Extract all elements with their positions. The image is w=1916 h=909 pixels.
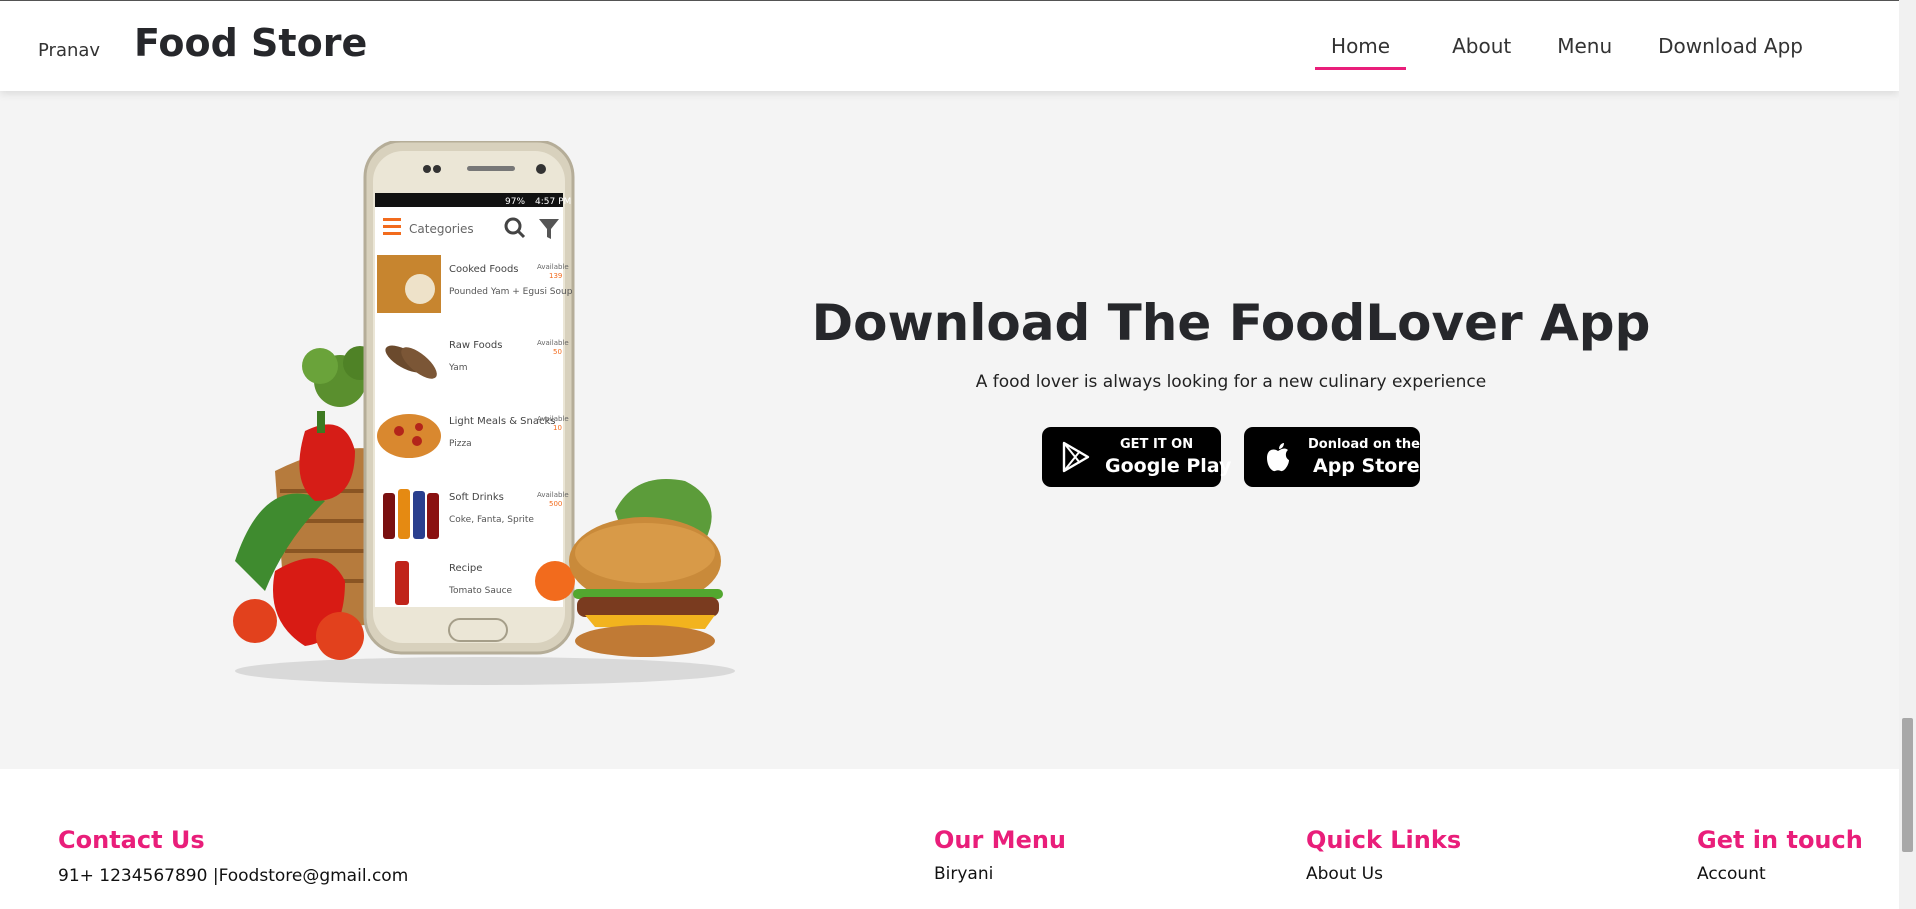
svg-text:Available: Available: [537, 263, 569, 271]
footer-heading-quick-links: Quick Links: [1306, 826, 1462, 854]
svg-text:Soft Drinks: Soft Drinks: [449, 492, 504, 503]
svg-text:4:57 PM: 4:57 PM: [535, 197, 571, 207]
main-nav: Home About Menu Download App: [1315, 1, 1899, 91]
footer-menu: Our Menu Biryani: [934, 826, 1066, 884]
svg-text:139: 139: [549, 272, 562, 280]
burger-icon: [569, 517, 723, 657]
page-scrollbar[interactable]: [1899, 0, 1916, 909]
footer-heading-menu: Our Menu: [934, 826, 1067, 854]
site-footer: Contact Us 91+ 1234567890 |Foodstore@gma…: [0, 769, 1899, 909]
google-play-line1: GET IT ON: [1120, 437, 1194, 452]
nav-download-app[interactable]: Download App: [1658, 26, 1803, 66]
footer-link-account[interactable]: Account: [1697, 864, 1863, 884]
phone-list-item: Light Meals & Snacks Pizza Available 10: [375, 403, 569, 469]
app-store-line1: Donload on the: [1308, 437, 1420, 452]
footer-heading-get-in-touch: Get in touch: [1697, 826, 1863, 854]
google-play-button[interactable]: GET IT ON Google Play: [1042, 427, 1231, 487]
svg-text:500: 500: [549, 500, 562, 508]
cart-fab-icon: [535, 561, 575, 601]
svg-text:97%: 97%: [505, 197, 525, 207]
footer-heading-contact: Contact Us: [58, 826, 205, 854]
phone-search-label: Categories: [409, 222, 474, 236]
svg-text:Available: Available: [537, 491, 569, 499]
svg-text:Available: Available: [537, 415, 569, 423]
site-header: Pranav Food Store Home About Menu Downlo…: [0, 1, 1899, 91]
app-store-button[interactable]: Donload on the App Store: [1244, 427, 1420, 487]
nav-menu[interactable]: Menu: [1557, 26, 1612, 66]
apple-icon: [1267, 443, 1289, 472]
phone-list-item: Soft Drinks Coke, Fanta, Sprite Availabl…: [375, 479, 569, 545]
google-play-line2: Google Play: [1105, 455, 1232, 477]
footer-contact-line: 91+ 1234567890 |Foodstore@gmail.com: [58, 866, 409, 886]
hamburger-menu-icon: [383, 218, 401, 235]
svg-text:Pizza: Pizza: [449, 439, 472, 449]
nav-about[interactable]: About: [1452, 26, 1511, 66]
download-title: Download The FoodLover App: [811, 294, 1651, 352]
nav-home[interactable]: Home: [1315, 26, 1407, 70]
svg-text:10: 10: [553, 424, 562, 432]
footer-get-in-touch: Get in touch Account: [1697, 826, 1863, 884]
footer-link-biryani[interactable]: Biryani: [934, 864, 1066, 884]
google-play-icon: [1062, 441, 1090, 473]
site-logo-text[interactable]: Food Store: [134, 21, 367, 65]
phone-list-item: Recipe Tomato Sauce: [375, 555, 563, 607]
svg-text:Cooked Foods: Cooked Foods: [449, 264, 519, 275]
footer-link-about-us[interactable]: About Us: [1306, 864, 1461, 884]
download-subtitle: A food lover is always looking for a new…: [975, 372, 1487, 392]
svg-text:Coke, Fanta, Sprite: Coke, Fanta, Sprite: [449, 515, 534, 525]
phone-food-illustration: 97% 4:57 PM Categories Cooked Foods Poun…: [233, 141, 735, 685]
footer-quick-links: Quick Links About Us: [1306, 826, 1461, 884]
svg-text:Tomato Sauce: Tomato Sauce: [448, 586, 513, 596]
scrollbar-thumb[interactable]: [1902, 718, 1913, 852]
app-store-line2: App Store: [1313, 455, 1420, 477]
brand-small-text: Pranav: [38, 40, 101, 61]
svg-text:Recipe: Recipe: [449, 563, 482, 574]
download-app-section: 97% 4:57 PM Categories Cooked Foods Poun…: [0, 91, 1899, 769]
footer-contact: Contact Us 91+ 1234567890 |Foodstore@gma…: [58, 826, 408, 886]
